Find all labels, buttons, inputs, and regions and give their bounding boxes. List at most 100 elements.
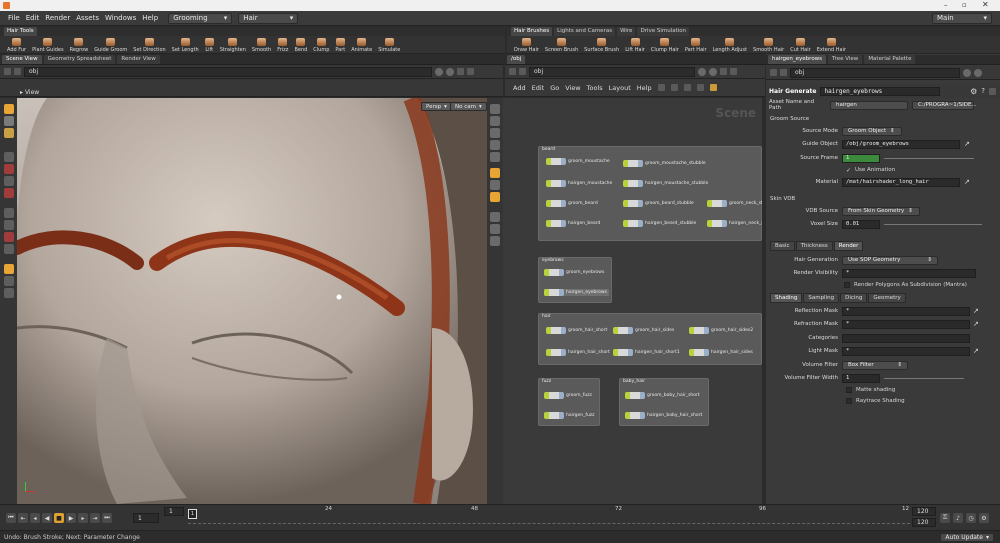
net-menu-help[interactable]: Help	[637, 84, 652, 92]
forward-icon[interactable]	[519, 68, 526, 75]
list-mode-icon[interactable]	[657, 84, 665, 91]
r-tool-screen-brush[interactable]: Screen Brush	[542, 38, 581, 53]
reflection-mask-field[interactable]: *	[842, 306, 970, 316]
chooser-icon[interactable]: ↗	[973, 320, 979, 328]
menu-file[interactable]: File	[8, 14, 20, 22]
network-path-field[interactable]: obj	[529, 66, 695, 77]
l-tool-add-fur[interactable]: Add Fur	[4, 38, 29, 53]
light-mask-field[interactable]: *	[842, 346, 970, 356]
net-menu-layout[interactable]: Layout	[609, 84, 631, 92]
netbox-beard[interactable]: beard groom_moustache groom_moustache_st…	[538, 146, 762, 241]
node-groom-eyebrows[interactable]: groom_eyebrows	[544, 269, 604, 276]
netbox-fuzz[interactable]: fuzz groom_fuzz hairgen_fuzz	[538, 378, 600, 426]
gear-icon[interactable]: ⚙	[970, 87, 977, 96]
node-hairgen-hair-short[interactable]: hairgen_hair_short	[546, 349, 610, 356]
l-tool-smooth[interactable]: Smooth	[249, 38, 274, 53]
chooser-icon[interactable]: ↗	[964, 178, 970, 186]
back-icon[interactable]	[770, 69, 777, 76]
matte-shading-checkbox[interactable]	[846, 387, 852, 393]
thumb-mode-icon[interactable]	[696, 84, 704, 91]
voxel-size-field[interactable]: 0.01	[842, 219, 880, 229]
link-icon[interactable]	[974, 68, 982, 77]
r-tool-clump-hair[interactable]: Clump Hair	[648, 38, 682, 53]
voxel-size-slider[interactable]	[884, 223, 982, 225]
checkmark-icon[interactable]: ✓	[846, 167, 851, 174]
l-tool-animate[interactable]: Animate	[348, 38, 375, 53]
chooser-icon[interactable]: ↗	[973, 307, 979, 315]
auto-update-dropdown[interactable]: Auto Update ▾	[940, 532, 994, 542]
r-tool-draw-hair[interactable]: Draw Hair	[511, 38, 542, 53]
net-menu-edit[interactable]: Edit	[532, 84, 545, 92]
asset-path-dropdown[interactable]: C:/PROGRA~1/SIDE...	[912, 100, 977, 110]
tab-render-view[interactable]: Render View	[117, 55, 160, 64]
tab-tree-view[interactable]: Tree View	[828, 55, 863, 64]
node-hairgen-beard[interactable]: hairgen_beard	[546, 220, 600, 227]
brush-icon[interactable]	[3, 264, 14, 274]
l-tool-simulate[interactable]: Simulate	[375, 38, 403, 53]
snap-curve-icon[interactable]	[3, 232, 14, 242]
render-poly-checkbox[interactable]	[844, 282, 850, 288]
snap-multi-icon[interactable]	[3, 244, 14, 254]
l-tool-straighten[interactable]: Straighten	[217, 38, 249, 53]
r-tool-extend-hair[interactable]: Extend Hair	[814, 38, 849, 53]
points-icon[interactable]	[490, 152, 500, 162]
help-icon[interactable]	[467, 68, 474, 75]
node-groom-moustache-stubble[interactable]: groom_moustache_stubble	[623, 160, 706, 167]
move-tool-icon[interactable]	[3, 116, 14, 126]
options-icon[interactable]	[457, 68, 464, 75]
key-icon[interactable]: ⚿	[940, 513, 950, 523]
node-groom-hair-sides[interactable]: groom_hair_sides	[613, 327, 674, 334]
rotate-tool-icon[interactable]	[3, 128, 14, 138]
snap-grid-icon[interactable]	[3, 188, 14, 198]
link-icon[interactable]	[709, 67, 717, 76]
snap-point-icon[interactable]	[3, 220, 14, 230]
network-editor[interactable]: Scene beard groom_moustache groom_mousta…	[503, 98, 762, 504]
maximize-icon[interactable]: ▫	[962, 1, 967, 9]
node-hairgen-beard-stubble[interactable]: hairgen_beard_stubble	[623, 220, 696, 227]
node-groom-beard-stubble[interactable]: groom_beard_stubble	[623, 200, 694, 207]
help-icon[interactable]: ?	[981, 87, 985, 95]
node-hairgen-hair-short1[interactable]: hairgen_hair_short1	[613, 349, 680, 356]
3d-viewport[interactable]: Persp ▾ No cam ▾	[17, 98, 487, 504]
last-frame-icon[interactable]: ⏭	[102, 513, 112, 523]
forward-icon[interactable]	[780, 69, 787, 76]
node-hairgen-moustache[interactable]: hairgen_moustache	[546, 180, 612, 187]
snap-prim-icon[interactable]	[3, 208, 14, 218]
tab-thickness[interactable]: Thickness	[795, 241, 833, 251]
l-tool-regrow[interactable]: Regrow	[67, 38, 92, 53]
stop-icon[interactable]: ■	[54, 513, 64, 523]
net-menu-go[interactable]: Go	[550, 84, 559, 92]
pin-icon[interactable]	[435, 67, 443, 76]
l-tool-plant-guides[interactable]: Plant Guides	[29, 38, 66, 53]
node-groom-neck-stubble[interactable]: groom_neck_stubble	[707, 200, 762, 207]
node-hairgen-neck-stubble[interactable]: hairgen_neck_stubble	[707, 220, 762, 227]
netbox-eyebrows[interactable]: eyebrows groom_eyebrows hairgen_eyebrows	[538, 257, 612, 303]
flag-icon[interactable]	[709, 84, 717, 91]
raytrace-shading-checkbox[interactable]	[846, 398, 852, 404]
pin-icon[interactable]	[698, 67, 706, 76]
menu-assets[interactable]: Assets	[76, 14, 99, 22]
l-tool-bend[interactable]: Bend	[291, 38, 310, 53]
camera-icon[interactable]	[3, 276, 14, 286]
l-tool-set-direction[interactable]: Set Direction	[130, 38, 168, 53]
r-tool-lift-hair[interactable]: Lift Hair	[622, 38, 648, 53]
forward-icon[interactable]	[14, 68, 21, 75]
shading-icon[interactable]	[490, 116, 500, 126]
node-groom-fuzz[interactable]: groom_fuzz	[544, 392, 592, 399]
workspace-dropdown[interactable]: Main ▾	[932, 12, 992, 24]
settings-icon[interactable]: ⚙	[979, 513, 989, 523]
node-name-field[interactable]: hairgen_eyebrows	[820, 86, 941, 96]
guide-icon[interactable]	[490, 224, 500, 234]
shelf-tab-lights-and-cameras[interactable]: Lights and Cameras	[554, 27, 616, 36]
node-groom-moustache[interactable]: groom_moustache	[546, 158, 610, 165]
tree-mode-icon[interactable]	[683, 84, 691, 91]
audio-icon[interactable]: ♪	[953, 513, 963, 523]
link-icon[interactable]	[446, 67, 454, 76]
menu-render[interactable]: Render	[45, 14, 70, 22]
l-tool-set-length[interactable]: Set Length	[169, 38, 202, 53]
first-frame-icon[interactable]: ⏮	[6, 513, 16, 523]
r-tool-cut-hair[interactable]: Cut Hair	[787, 38, 813, 53]
tab-geometry-spreadsheet[interactable]: Geometry Spreadsheet	[43, 55, 116, 64]
context-dropdown[interactable]: Hair ▾	[238, 12, 299, 24]
r-tool-smooth-hair[interactable]: Smooth Hair	[750, 38, 787, 53]
